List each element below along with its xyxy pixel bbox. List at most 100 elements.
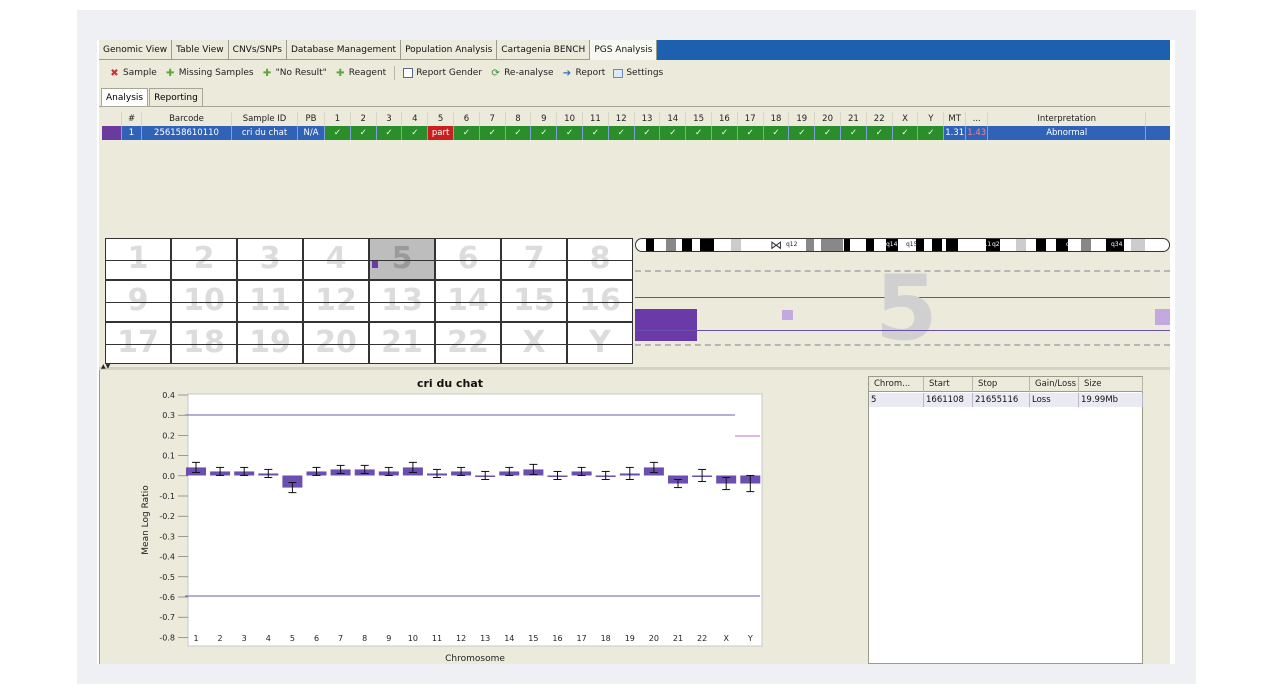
karyogram-cell-3[interactable]: 3 [237,238,303,280]
karyogram-midline [370,302,434,303]
results-column-header[interactable]: Size [1079,377,1143,392]
column-header[interactable]: Y [918,112,945,126]
ideogram[interactable]: ⋈ q12 q14.3 q15 q23.1 q23.3 q32 q34 [635,238,1170,252]
chromosome-status-cell: ✓ [815,126,841,140]
column-header[interactable]: Interpretation [988,112,1147,126]
column-header[interactable]: 16 [712,112,738,126]
karyogram-cell-12[interactable]: 12 [303,280,369,322]
ideogram-band [700,239,714,251]
results-column-header[interactable]: Chrom... [869,377,924,392]
karyogram-cell-4[interactable]: 4 [303,238,369,280]
column-header[interactable]: 4 [402,112,429,126]
column-header[interactable]: 3 [377,112,403,126]
karyogram-cell-19[interactable]: 19 [237,322,303,364]
column-header[interactable]: MT [944,112,967,126]
column-header[interactable]: 22 [867,112,893,126]
chart-panel: cri du chat 0.4 0.3 0.2 0.1 0.0 -0.1 -0.2 -0.3 -0… [99,370,865,664]
column-header[interactable]: 19 [789,112,816,126]
cnv-segment-small[interactable] [782,310,793,320]
karyogram-cell-18[interactable]: 18 [171,322,237,364]
column-header[interactable]: 15 [686,112,712,126]
karyogram-cell-22[interactable]: 22 [435,322,501,364]
column-header[interactable]: PB [298,112,325,126]
column-header[interactable]: 6 [454,112,480,126]
tab-cartagenia-bench[interactable]: Cartagenia BENCH [497,40,591,60]
reagent-button[interactable]: ✚ Reagent [335,68,386,79]
karyogram-cell-10[interactable]: 10 [171,280,237,322]
karyogram-label: 21 [381,325,423,360]
karyogram-cell-14[interactable]: 14 [435,280,501,322]
results-row[interactable]: 5 1661108 21655116 Loss 19.99Mb [869,393,1143,407]
karyogram-cell-16[interactable]: 16 [567,280,633,322]
karyogram-cell-7[interactable]: 7 [501,238,567,280]
karyogram-cell-9[interactable]: 9 [105,280,171,322]
karyogram-label: 20 [315,325,357,360]
tab-database-management[interactable]: Database Management [286,40,402,60]
no-result-button[interactable]: ✚ "No Result" [262,68,327,79]
karyogram-cell-20[interactable]: 20 [303,322,369,364]
karyogram-cell-8[interactable]: 8 [567,238,633,280]
karyogram-label: 6 [457,241,479,276]
table-cell: 1 [122,126,142,140]
karyogram-cell-21[interactable]: 21 [369,322,435,364]
splitter-arrows-icon[interactable]: ▲▼ [101,363,110,370]
table-row[interactable]: 1 256158610110 cri du chat N/A ✓ ✓ ✓ ✓ part ✓ ✓ ✓ ✓ ✓… [102,126,1170,140]
column-header[interactable]: # [122,112,142,126]
column-header[interactable]: 18 [764,112,790,126]
column-header[interactable]: Sample ID [232,112,298,126]
column-header[interactable]: 5 [428,112,454,126]
karyogram-cell-2[interactable]: 2 [171,238,237,280]
column-header[interactable]: ... [966,112,989,126]
remove-sample-button[interactable]: ✖ Sample [109,68,156,79]
karyogram-cell-17[interactable]: 17 [105,322,171,364]
column-header[interactable]: 12 [609,112,635,126]
tab-cnvs-snps[interactable]: CNVs/SNPs [228,40,287,60]
chromosome-status-cell: ✓ [892,126,919,140]
report-button[interactable]: ➔ Report [561,68,606,79]
row-marker-header[interactable] [102,112,122,126]
column-header[interactable]: 8 [506,112,532,126]
karyogram-cell-6[interactable]: 6 [435,238,501,280]
chromosome-status-cell: ✓ [634,126,661,140]
x-tick-label: 13 [480,634,490,643]
cnv-loss-segment[interactable] [635,309,697,341]
karyogram-cell-1[interactable]: 1 [105,238,171,280]
tab-table-view[interactable]: Table View [172,40,229,60]
reanalyse-button[interactable]: ⟳ Re-analyse [490,68,553,79]
karyogram-cell-x[interactable]: X [501,322,567,364]
plus-icon: ✚ [336,67,345,79]
column-header[interactable]: 2 [351,112,377,126]
karyogram-cell-11[interactable]: 11 [237,280,303,322]
tab-pgs-analysis[interactable]: PGS Analysis [590,40,658,60]
x-tick-label: 10 [408,634,418,643]
results-column-header[interactable]: Gain/Loss [1030,377,1079,392]
results-column-header[interactable]: Stop [973,377,1030,392]
karyogram-cell-5[interactable]: 5 [369,238,435,280]
column-header[interactable]: 13 [635,112,661,126]
column-header[interactable]: 14 [660,112,687,126]
missing-samples-button[interactable]: ✚ Missing Samples [165,68,254,79]
settings-button[interactable]: Settings [613,68,663,78]
tab-population-analysis[interactable]: Population Analysis [401,40,498,60]
results-column-header[interactable]: Start [924,377,973,392]
report-gender-checkbox[interactable]: Report Gender [403,68,482,78]
column-header[interactable]: 21 [841,112,867,126]
cnv-segment-end[interactable] [1155,309,1170,325]
column-header[interactable]: 17 [738,112,764,126]
column-header[interactable]: 10 [557,112,583,126]
column-header[interactable]: 11 [583,112,609,126]
karyogram-cell-y[interactable]: Y [567,322,633,364]
tab-reporting[interactable]: Reporting [149,88,203,106]
karyogram-cell-15[interactable]: 15 [501,280,567,322]
column-header[interactable]: 20 [815,112,841,126]
y-tick-label: -0.7 [159,613,175,622]
column-header[interactable]: 9 [531,112,558,126]
column-header[interactable]: X [893,112,919,126]
column-header[interactable]: 7 [480,112,506,126]
tab-analysis[interactable]: Analysis [101,88,149,106]
y-tick-label: 0.4 [162,391,175,400]
column-header[interactable]: Barcode [142,112,232,126]
column-header[interactable]: 1 [325,112,351,126]
tab-genomic-view[interactable]: Genomic View [99,40,173,60]
karyogram-cell-13[interactable]: 13 [369,280,435,322]
